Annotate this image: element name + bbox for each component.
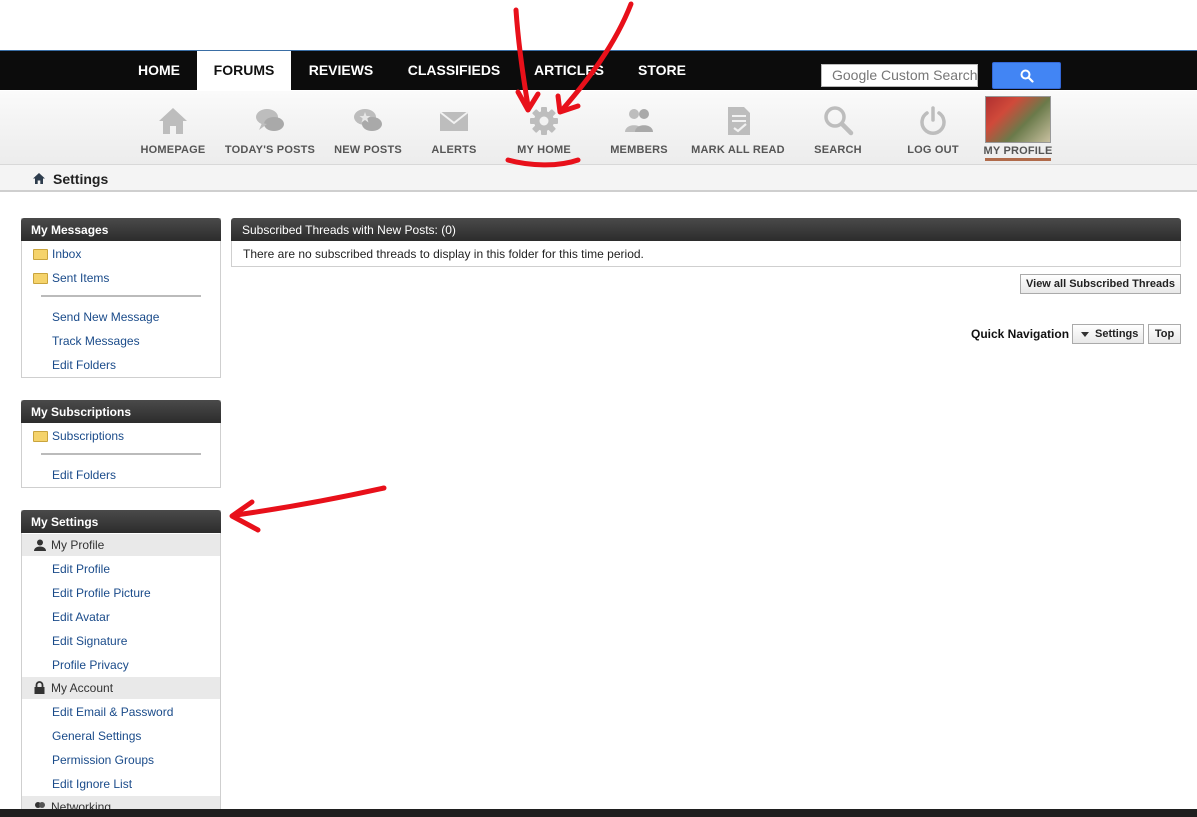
breadcrumb: Settings [0, 165, 1197, 192]
user-icon [34, 539, 46, 551]
nav-todays-posts[interactable]: TODAY'S POSTS [222, 91, 318, 165]
taskbar [0, 809, 1197, 817]
nav-mark-all-read[interactable]: MARK ALL READ [687, 91, 789, 165]
nav-new-posts-label: NEW POSTS [334, 144, 402, 156]
my-messages-title: My Messages [21, 218, 221, 241]
page: HOME FORUMS REVIEWS CLASSIFIEDS ARTICLES… [0, 0, 1197, 817]
networking-icon [35, 802, 45, 808]
breadcrumb-current: Settings [53, 171, 109, 187]
tab-store[interactable]: STORE [621, 51, 703, 91]
house-icon [159, 108, 187, 134]
annotation-arrowhead-settings [229, 499, 261, 533]
sidebar-link-general-settings[interactable]: General Settings [52, 729, 141, 743]
sidebar-link-subscriptions[interactable]: Subscriptions [52, 429, 124, 443]
nav-alerts[interactable]: ALERTS [420, 91, 488, 165]
sidebar-link-track-messages[interactable]: Track Messages [52, 334, 140, 348]
tab-forums[interactable]: FORUMS [197, 51, 291, 92]
quick-navigation-select-value: Settings [1095, 328, 1139, 340]
search-icon [1020, 69, 1034, 83]
sidebar-link-edit-subscription-folders[interactable]: Edit Folders [52, 468, 116, 482]
my-account-group-label: My Account [51, 681, 114, 695]
nav-members[interactable]: MEMBERS [604, 91, 674, 165]
nav-mark-all-read-label: MARK ALL READ [691, 144, 785, 156]
annotation-arrow-settings [233, 485, 387, 518]
nav-log-out-label: LOG OUT [907, 144, 959, 156]
sidebar-link-profile-privacy[interactable]: Profile Privacy [52, 658, 129, 672]
sidebar-link-edit-ignore-list[interactable]: Edit Ignore List [52, 777, 132, 791]
profile-thumbnail[interactable] [985, 96, 1051, 143]
folder-icon [33, 431, 48, 442]
nav-my-home-label: MY HOME [517, 144, 571, 156]
nav-new-posts[interactable]: NEW POSTS [330, 91, 406, 165]
my-account-group: My Account [22, 677, 220, 699]
top-navbar: HOME FORUMS REVIEWS CLASSIFIEDS ARTICLES… [0, 50, 1197, 92]
subscribed-threads-empty-message: There are no subscribed threads to displ… [231, 241, 1181, 267]
top-button[interactable]: Top [1148, 324, 1181, 344]
nav-todays-posts-label: TODAY'S POSTS [224, 144, 316, 156]
nav-my-profile-label: MY PROFILE [983, 145, 1053, 157]
nav-search[interactable]: SEARCH [808, 91, 868, 165]
search-input[interactable]: Google Custom Search [821, 64, 978, 87]
my-subscriptions-title: My Subscriptions [21, 400, 221, 423]
nav-homepage-label: HOMEPAGE [140, 144, 206, 156]
sidebar-link-permission-groups[interactable]: Permission Groups [52, 753, 154, 767]
networking-group: Networking [22, 796, 220, 809]
divider [41, 453, 201, 455]
sidebar-link-edit-email-password[interactable]: Edit Email & Password [52, 705, 173, 719]
members-icon [625, 109, 653, 132]
nav-homepage[interactable]: HOMEPAGE [137, 91, 209, 165]
tab-reviews[interactable]: REVIEWS [295, 51, 387, 91]
sidebar-link-edit-profile-picture[interactable]: Edit Profile Picture [52, 586, 151, 600]
quick-navigation-select[interactable]: Settings [1072, 324, 1144, 344]
tab-articles[interactable]: ARTICLES [521, 51, 617, 91]
power-icon [920, 106, 946, 135]
magnifier-icon [824, 106, 854, 136]
folder-icon [33, 273, 48, 284]
sidebar-link-inbox[interactable]: Inbox [52, 247, 81, 261]
profile-underline [985, 158, 1051, 161]
folder-icon [33, 249, 48, 260]
home-icon[interactable] [33, 173, 45, 184]
triangle-down-icon [1081, 332, 1089, 337]
divider [41, 295, 201, 297]
tab-classifieds[interactable]: CLASSIFIEDS [391, 51, 517, 91]
quick-navigation-label: Quick Navigation [971, 327, 1070, 341]
sidebar-link-edit-folders[interactable]: Edit Folders [52, 358, 116, 372]
nav-search-label: SEARCH [814, 144, 862, 156]
view-all-subscribed-threads-button[interactable]: View all Subscribed Threads [1020, 274, 1181, 294]
sidebar-link-edit-profile[interactable]: Edit Profile [52, 562, 110, 576]
subscribed-threads-header: Subscribed Threads with New Posts: (0) [231, 218, 1181, 241]
nav-alerts-label: ALERTS [431, 144, 477, 156]
nav-my-home[interactable]: MY HOME [508, 91, 580, 165]
gear-icon [530, 107, 558, 135]
my-profile-group-label: My Profile [51, 538, 105, 552]
tab-home[interactable]: HOME [125, 51, 193, 91]
nav-log-out[interactable]: LOG OUT [900, 91, 966, 165]
speech-bubbles-icon [256, 109, 284, 131]
my-messages-block: My Messages [21, 218, 221, 378]
document-check-icon [728, 107, 750, 135]
my-settings-title: My Settings [21, 510, 221, 533]
search-button[interactable] [992, 62, 1061, 89]
lock-icon [34, 681, 45, 694]
sidebar-link-edit-avatar[interactable]: Edit Avatar [52, 610, 110, 624]
nav-members-label: MEMBERS [610, 144, 668, 156]
my-profile-group: My Profile [22, 534, 220, 556]
sidebar-link-edit-signature[interactable]: Edit Signature [52, 634, 127, 648]
envelope-icon [439, 111, 469, 131]
sidebar-link-send-new-message[interactable]: Send New Message [52, 310, 159, 324]
my-subscriptions-block: My Subscriptions [21, 400, 221, 488]
sidebar-link-sent-items[interactable]: Sent Items [52, 271, 109, 285]
speech-bubbles-star-icon [354, 109, 382, 131]
networking-group-label: Networking [51, 800, 112, 809]
